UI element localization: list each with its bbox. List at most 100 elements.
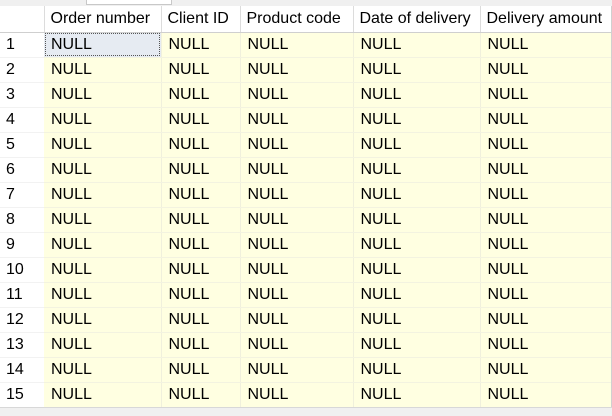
grid-cell[interactable]: NULL <box>480 382 612 408</box>
grid-cell[interactable]: NULL <box>240 332 354 358</box>
grid-cell[interactable]: NULL <box>240 207 354 233</box>
grid-cell[interactable]: NULL <box>353 32 481 58</box>
grid-cell[interactable]: NULL <box>240 157 354 183</box>
row-number[interactable]: 7 <box>0 182 44 208</box>
grid-cell[interactable]: NULL <box>161 332 241 358</box>
grid-cell[interactable]: NULL <box>480 82 612 108</box>
grid-cell[interactable]: NULL <box>353 132 481 158</box>
grid-cell[interactable]: NULL <box>353 57 481 83</box>
grid-cell[interactable]: NULL <box>353 357 481 383</box>
grid-cell[interactable]: NULL <box>44 282 162 308</box>
row-number[interactable]: 1 <box>0 32 44 58</box>
column-header-delivery-amount[interactable]: Delivery amount <box>480 6 612 33</box>
grid-cell[interactable]: NULL <box>240 282 354 308</box>
grid-cell[interactable]: NULL <box>161 357 241 383</box>
row-number[interactable]: 10 <box>0 257 44 283</box>
grid-cell[interactable]: NULL <box>161 232 241 258</box>
grid-cell[interactable]: NULL <box>161 207 241 233</box>
grid-cell[interactable]: NULL <box>161 32 241 58</box>
grid-cell[interactable]: NULL <box>240 232 354 258</box>
row-number[interactable]: 9 <box>0 232 44 258</box>
grid-cell[interactable]: NULL <box>353 232 481 258</box>
grid-cell[interactable]: NULL <box>480 107 612 133</box>
row-number[interactable]: 14 <box>0 357 44 383</box>
row-number[interactable]: 12 <box>0 307 44 333</box>
grid-cell[interactable]: NULL <box>240 307 354 333</box>
grid-cell[interactable]: NULL <box>161 282 241 308</box>
row-number[interactable]: 8 <box>0 207 44 233</box>
grid-cell[interactable]: NULL <box>353 307 481 333</box>
grid-cell[interactable]: NULL <box>240 382 354 408</box>
grid-cell[interactable]: NULL <box>44 382 162 408</box>
grid-cell[interactable]: NULL <box>480 307 612 333</box>
grid-cell[interactable]: NULL <box>480 132 612 158</box>
grid-cell[interactable]: NULL <box>44 257 162 283</box>
column-header-product-code[interactable]: Product code <box>240 6 354 33</box>
grid-cell[interactable]: NULL <box>480 282 612 308</box>
grid-cell[interactable]: NULL <box>353 82 481 108</box>
row-number[interactable]: 13 <box>0 332 44 358</box>
grid-cell[interactable]: NULL <box>240 257 354 283</box>
grid-cell[interactable]: NULL <box>353 157 481 183</box>
grid-cell[interactable]: NULL <box>240 57 354 83</box>
row-number[interactable]: 5 <box>0 132 44 158</box>
row-number[interactable]: 6 <box>0 157 44 183</box>
column-header-order-number[interactable]: Order number <box>44 6 162 33</box>
grid-cell[interactable]: NULL <box>240 32 354 58</box>
grid-cell[interactable]: NULL <box>161 307 241 333</box>
grid-cell[interactable]: NULL <box>353 207 481 233</box>
grid-cell[interactable]: NULL <box>480 357 612 383</box>
table-row: 7 NULL NULL NULL NULL NULL <box>0 182 612 208</box>
grid-cell[interactable]: NULL <box>240 357 354 383</box>
table-row: 9 NULL NULL NULL NULL NULL <box>0 232 612 258</box>
grid-cell[interactable]: NULL <box>480 157 612 183</box>
grid-cell[interactable]: NULL <box>44 332 162 358</box>
grid-cell[interactable]: NULL <box>161 182 241 208</box>
grid-cell[interactable]: NULL <box>161 257 241 283</box>
grid-cell[interactable]: NULL <box>480 257 612 283</box>
grid-cell[interactable]: NULL <box>480 332 612 358</box>
grid-cell[interactable]: NULL <box>240 107 354 133</box>
grid-cell[interactable]: NULL <box>353 257 481 283</box>
row-number[interactable]: 3 <box>0 82 44 108</box>
results-tab-stub[interactable] <box>86 0 172 5</box>
grid-cell[interactable]: NULL <box>353 332 481 358</box>
grid-cell[interactable]: NULL <box>240 132 354 158</box>
column-header-client-id[interactable]: Client ID <box>161 6 241 33</box>
grid-cell[interactable]: NULL <box>44 232 162 258</box>
grid-cell[interactable]: NULL <box>44 57 162 83</box>
row-number[interactable]: 4 <box>0 107 44 133</box>
grid-cell[interactable]: NULL <box>44 132 162 158</box>
select-all-corner[interactable] <box>0 6 45 33</box>
grid-cell[interactable]: NULL <box>161 107 241 133</box>
grid-cell[interactable]: NULL <box>44 82 162 108</box>
grid-cell[interactable]: NULL <box>480 182 612 208</box>
column-header-date-of-delivery[interactable]: Date of delivery <box>353 6 481 33</box>
grid-cell[interactable]: NULL <box>44 357 162 383</box>
grid-cell[interactable]: NULL <box>161 157 241 183</box>
grid-cell[interactable]: NULL <box>240 82 354 108</box>
grid-cell[interactable]: NULL <box>353 107 481 133</box>
grid-cell[interactable]: NULL <box>44 307 162 333</box>
row-number[interactable]: 11 <box>0 282 44 308</box>
grid-cell[interactable]: NULL <box>161 382 241 408</box>
grid-cell[interactable]: NULL <box>44 207 162 233</box>
grid-cell[interactable]: NULL <box>161 82 241 108</box>
row-number[interactable]: 2 <box>0 57 44 83</box>
grid-cell[interactable]: NULL <box>44 32 162 58</box>
grid-cell[interactable]: NULL <box>44 182 162 208</box>
grid-cell[interactable]: NULL <box>161 132 241 158</box>
grid-cell[interactable]: NULL <box>480 232 612 258</box>
grid-cell[interactable]: NULL <box>161 57 241 83</box>
grid-cell[interactable]: NULL <box>353 382 481 408</box>
grid-cell[interactable]: NULL <box>480 207 612 233</box>
grid-cell[interactable]: NULL <box>240 182 354 208</box>
row-number[interactable]: 15 <box>0 382 44 408</box>
grid-cell[interactable]: NULL <box>480 57 612 83</box>
results-body: 1 NULL NULL NULL NULL NULL 2 NULL NULL N… <box>0 32 612 408</box>
grid-cell[interactable]: NULL <box>353 282 481 308</box>
grid-cell[interactable]: NULL <box>44 107 162 133</box>
grid-cell[interactable]: NULL <box>480 32 612 58</box>
grid-cell[interactable]: NULL <box>353 182 481 208</box>
grid-cell[interactable]: NULL <box>44 157 162 183</box>
